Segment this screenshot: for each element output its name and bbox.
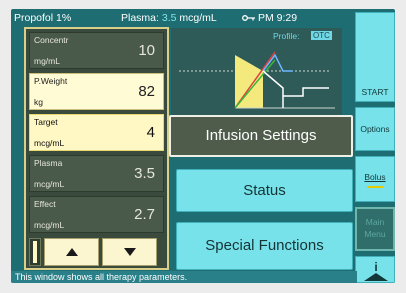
options-button[interactable]: Options: [355, 107, 395, 151]
info-button[interactable]: i: [355, 256, 395, 283]
time-text: PM 9:29: [258, 12, 298, 24]
scroll-controls: [29, 238, 164, 266]
plasma-label: Plasma:: [121, 12, 159, 24]
parameter-panel: Concentr mg/mL 10 P.Weight kg 82 Target …: [24, 27, 169, 270]
top-status-bar: Propofol 1% Plasma: 3.5 mcg/mL PM 9:29: [11, 9, 395, 27]
start-label: START: [361, 87, 389, 97]
info-glyph: i: [374, 260, 377, 274]
infusion-rate-area: [235, 55, 263, 108]
plasma-readout: Plasma: 3.5 mcg/mL: [121, 12, 217, 24]
param-unit: kg: [34, 97, 43, 107]
scroll-up-button[interactable]: [44, 238, 99, 266]
bolus-label: Bolus: [364, 172, 386, 182]
param-label: Effect: [34, 199, 56, 209]
param-plasma[interactable]: Plasma mcg/mL 3.5: [29, 155, 164, 192]
status-button[interactable]: Status: [176, 169, 353, 212]
plasma-value: 3.5: [161, 12, 177, 24]
clock: PM 9:29: [242, 12, 297, 24]
param-value: 82: [138, 83, 155, 100]
main-menu-line2: Menu: [364, 229, 386, 239]
bolus-indicator-bar: [367, 186, 383, 188]
status-message-bar: This window shows all therapy parameters…: [11, 271, 357, 283]
rate-tail: [283, 87, 329, 97]
param-unit: mcg/mL: [34, 138, 65, 148]
param-target[interactable]: Target mcg/mL 4: [29, 114, 164, 151]
plasma-unit: mcg/mL: [179, 12, 217, 24]
info-icon: i: [364, 260, 388, 281]
main-menu-line1: Main: [365, 217, 385, 227]
start-button[interactable]: START: [355, 12, 395, 102]
param-patient-weight[interactable]: P.Weight kg 82: [29, 73, 164, 110]
param-value: 3.5: [134, 165, 155, 182]
param-label: Target: [34, 117, 58, 127]
param-unit: mcg/mL: [34, 220, 65, 230]
param-label: P.Weight: [34, 76, 68, 86]
special-functions-button[interactable]: Special Functions: [176, 222, 353, 270]
arrow-down-icon: [124, 248, 136, 256]
arrow-up-icon: [66, 248, 78, 256]
rate-curve: [262, 70, 284, 108]
drug-name: Propofol 1%: [14, 12, 72, 24]
scroll-position-gauge: [29, 238, 41, 266]
param-label: Concentr: [34, 35, 69, 45]
param-value: 4: [146, 124, 155, 141]
main-menu-button[interactable]: Main Menu: [355, 207, 395, 251]
infusion-profile-graph: Profile: OTC: [171, 28, 342, 115]
param-effect[interactable]: Effect mcg/mL 2.7: [29, 196, 164, 233]
param-unit: mg/mL: [34, 56, 60, 66]
param-unit: mcg/mL: [34, 179, 65, 189]
param-concentration[interactable]: Concentr mg/mL 10: [29, 32, 164, 69]
param-value: 10: [138, 42, 155, 59]
infusion-settings-button[interactable]: Infusion Settings: [169, 115, 353, 157]
bolus-button[interactable]: Bolus: [355, 156, 395, 202]
param-label: Plasma: [34, 158, 63, 168]
gauge-fill: [33, 241, 37, 263]
key-icon: [242, 15, 255, 22]
scroll-down-button[interactable]: [102, 238, 157, 266]
param-value: 2.7: [134, 206, 155, 223]
profile-curve-svg: [179, 51, 335, 109]
pump-screen: Propofol 1% Plasma: 3.5 mcg/mL PM 9:29 C…: [11, 9, 395, 283]
